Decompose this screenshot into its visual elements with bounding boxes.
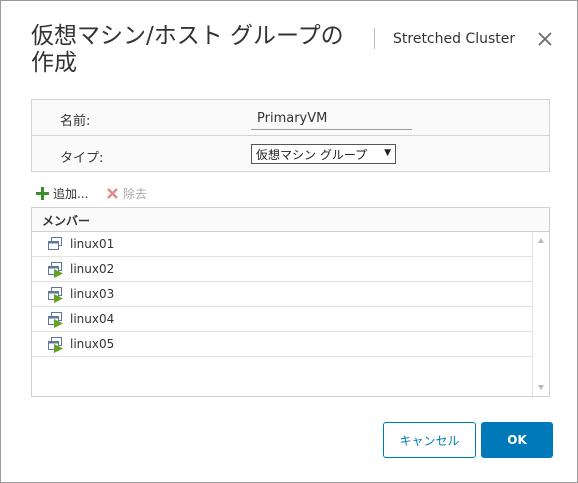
title-separator: [374, 28, 375, 49]
plus-icon: [36, 186, 49, 200]
vm-powered-on-icon: [48, 312, 63, 328]
create-vm-host-group-dialog: 仮想マシン/ホスト グループの作成 Stretched Cluster 名前: …: [0, 0, 578, 483]
members-grid: メンバー linux01 linux02 linux03 linux04 lin…: [31, 207, 550, 397]
member-name: linux02: [70, 262, 115, 276]
type-dropdown[interactable]: 仮想マシン グループ ▼: [251, 144, 396, 164]
member-row-linux04[interactable]: linux04: [32, 307, 532, 332]
vm-powered-on-icon: [48, 337, 63, 353]
members-scrollbar[interactable]: [532, 232, 549, 396]
scroll-up-arrow-icon[interactable]: [538, 238, 544, 243]
add-member-button[interactable]: 追加...: [36, 184, 88, 202]
scroll-down-arrow-icon[interactable]: [538, 385, 544, 390]
members-list: linux01 linux02 linux03 linux04 linux05: [32, 232, 532, 396]
remove-member-label: 除去: [123, 186, 148, 201]
dialog-title: 仮想マシン/ホスト グループの作成: [31, 23, 344, 76]
member-name: linux01: [70, 237, 115, 251]
vm-powered-on-icon: [48, 287, 63, 303]
remove-member-button[interactable]: 除去: [106, 184, 147, 202]
type-label: タイプ:: [60, 151, 104, 166]
type-row: タイプ: 仮想マシン グループ ▼: [32, 136, 549, 172]
close-icon[interactable]: [534, 28, 556, 50]
member-name: linux04: [70, 312, 115, 326]
group-properties-form: 名前: タイプ: 仮想マシン グループ ▼: [31, 99, 550, 172]
cluster-context-label: Stretched Cluster: [393, 31, 516, 47]
type-dropdown-value: 仮想マシン グループ: [256, 148, 368, 162]
ok-button[interactable]: OK: [481, 422, 553, 458]
remove-x-icon: [107, 187, 118, 199]
member-row-linux01[interactable]: linux01: [32, 232, 532, 257]
add-member-label: 追加...: [53, 186, 89, 201]
member-name: linux03: [70, 287, 115, 301]
name-row: 名前:: [32, 100, 549, 136]
name-label: 名前:: [60, 114, 91, 129]
name-input[interactable]: [251, 107, 412, 130]
dropdown-arrow-icon: ▼: [384, 148, 391, 158]
vm-powered-off-icon: [48, 237, 62, 250]
members-header-label: メンバー: [42, 214, 91, 228]
member-row-linux02[interactable]: linux02: [32, 257, 532, 282]
members-column-header[interactable]: メンバー: [32, 208, 549, 232]
vm-powered-on-icon: [48, 262, 63, 278]
cancel-button[interactable]: キャンセル: [383, 422, 476, 458]
member-row-linux03[interactable]: linux03: [32, 282, 532, 307]
member-row-linux05[interactable]: linux05: [32, 332, 532, 357]
member-name: linux05: [70, 337, 115, 351]
